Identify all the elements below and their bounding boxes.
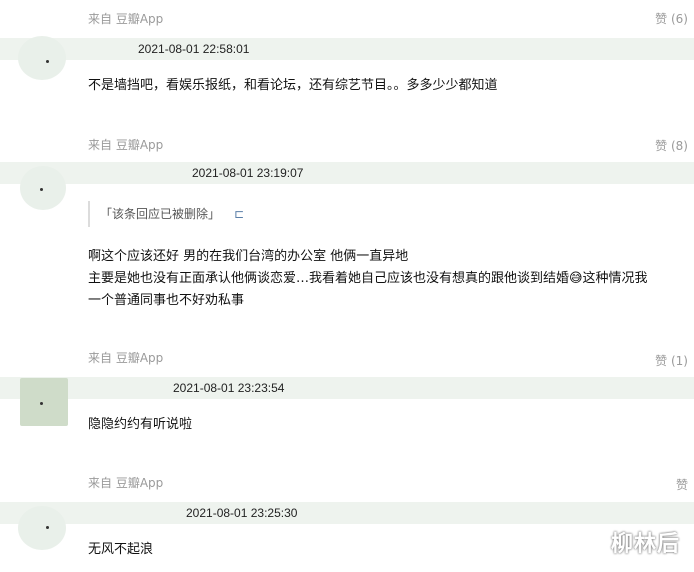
comment-source: 来自 豆瓣App xyxy=(88,138,164,152)
comment-source: 来自 豆瓣App xyxy=(88,12,164,26)
comment-text: 隐隐约约有听说啦 xyxy=(88,414,192,436)
expand-quote-icon[interactable]: ⊏ xyxy=(234,207,244,221)
comment-text: 不是墙挡吧，看娱乐报纸，和看论坛，还有综艺节目。。多多少少都知道 xyxy=(88,75,498,97)
avatar[interactable] xyxy=(20,378,68,426)
comment-source: 来自 豆瓣App xyxy=(88,351,164,365)
comment-header-band xyxy=(0,162,694,184)
like-button[interactable]: 赞 xyxy=(676,476,688,493)
watermark: 柳林后 xyxy=(610,532,680,557)
comment-time: 2021-08-01 23:19:07 xyxy=(192,166,304,180)
comment-text-line: 一个普通同事也不好劝私事 xyxy=(88,293,245,308)
avatar-face-icon xyxy=(40,402,43,405)
comment-header-band xyxy=(0,38,694,60)
comment-text-line: 啊这个应该还好 男的在我们台湾的办公室 他俩一直异地 xyxy=(88,249,409,264)
comment-text-line: 隐隐约约有听说啦 xyxy=(88,417,193,432)
avatar-face-icon xyxy=(46,60,49,63)
avatar[interactable] xyxy=(18,506,66,550)
avatar-face-icon xyxy=(46,526,49,529)
comment-source: 来自 豆瓣App xyxy=(88,476,164,490)
comment-time: 2021-08-01 23:23:54 xyxy=(173,381,285,395)
comment-time: 2021-08-01 23:25:30 xyxy=(186,506,298,520)
comment-text: 无风不起浪 xyxy=(88,539,153,561)
comment-time: 2021-08-01 22:58:01 xyxy=(138,42,250,56)
comment-text-line: 无风不起浪 xyxy=(88,542,154,557)
avatar-face-icon xyxy=(40,188,43,191)
comment-header-band xyxy=(0,502,694,524)
like-button[interactable]: 赞 (1) xyxy=(655,352,688,369)
quoted-reply: 「该条回应已被删除」 ⊏ xyxy=(88,201,244,227)
like-button[interactable]: 赞 (6) xyxy=(655,10,688,27)
like-button[interactable]: 赞 (8) xyxy=(655,137,688,154)
comment-text: 啊这个应该还好 男的在我们台湾的办公室 他俩一直异地 主要是她也没有正面承认他俩… xyxy=(88,246,648,312)
comment-text-line: 不是墙挡吧，看娱乐报纸，和看论坛，还有综艺节目。。多多少少都知道 xyxy=(88,78,498,93)
quoted-reply-text: 「该条回应已被删除」 xyxy=(100,207,221,221)
comment-header-band xyxy=(0,377,694,399)
avatar[interactable] xyxy=(20,166,66,210)
avatar[interactable] xyxy=(18,36,66,80)
comment-text-line: 主要是她也没有正面承认他俩谈恋爱…我看着她自己应该也没有想真的跟他谈到结婚😅这种… xyxy=(88,271,648,286)
